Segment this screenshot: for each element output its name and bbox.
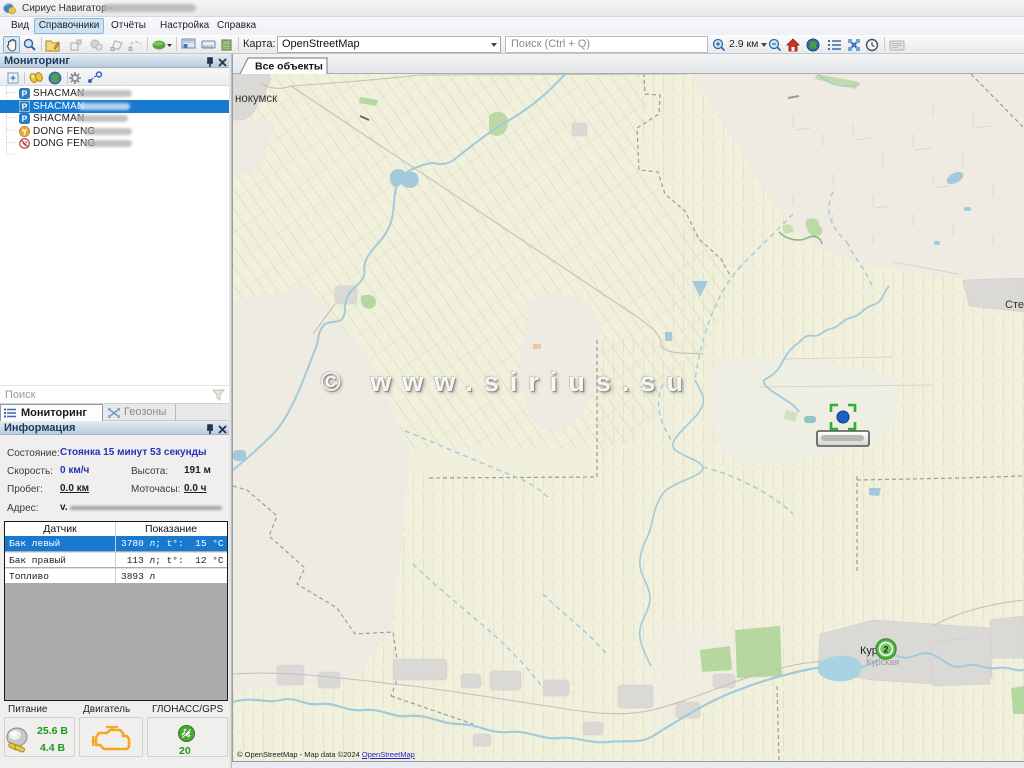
svg-text:2: 2 <box>883 645 888 655</box>
svg-text:P: P <box>22 101 28 111</box>
svg-text:P: P <box>22 114 28 124</box>
svg-text:Все объекты: Все объекты <box>255 61 323 73</box>
svg-text:нокумск: нокумск <box>235 93 278 105</box>
svg-text:Степ: Степ <box>1005 299 1024 311</box>
svg-text:P: P <box>22 89 28 99</box>
svg-text:Кур: Кур <box>860 645 878 657</box>
